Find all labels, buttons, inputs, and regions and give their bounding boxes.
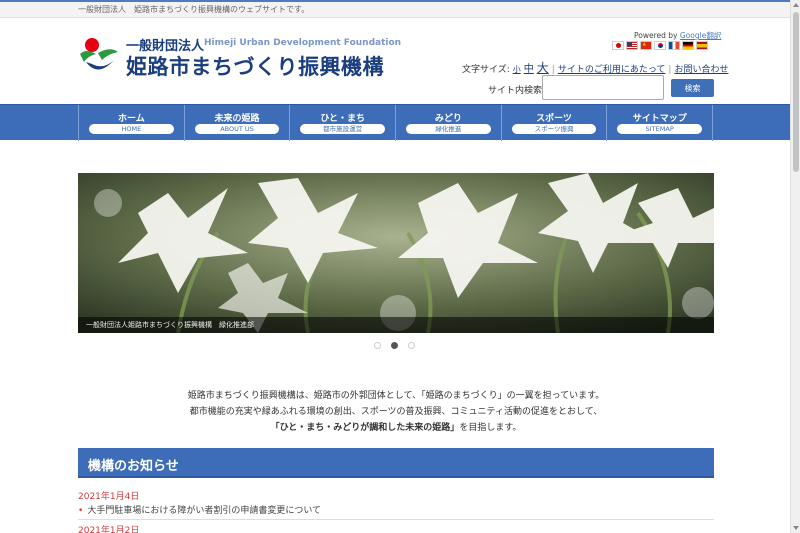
slider-dot-1[interactable] bbox=[374, 342, 381, 349]
logo-main-name[interactable]: 姫路市まちづくり振興機構 bbox=[126, 51, 384, 81]
scrollbar[interactable] bbox=[790, 0, 800, 533]
nav-item-about[interactable]: 未来の姫路 ABOUT US bbox=[183, 105, 290, 141]
font-size-label: 文字サイズ: bbox=[462, 65, 510, 75]
nav-sublabel: 緑化推進 bbox=[406, 124, 491, 134]
news-date: 2021年1月2日 bbox=[78, 526, 140, 533]
slider-pagination bbox=[374, 342, 415, 349]
google-translate-credit: Powered by Google翻訳 bbox=[634, 30, 721, 41]
font-size-small-button[interactable]: 小 bbox=[513, 64, 521, 75]
global-nav: ホーム HOME 未来の姫路 ABOUT US ひと・まち 都市施設運営 みどり… bbox=[0, 104, 790, 141]
news-date: 2021年1月4日 bbox=[78, 492, 140, 502]
scroll-up-icon[interactable] bbox=[793, 3, 799, 7]
nav-label: 未来の姫路 bbox=[214, 114, 260, 124]
slide-caption: 一般財団法人姫路市まちづくり振興機構 緑化推進部 bbox=[86, 321, 254, 329]
usa-flag-icon[interactable] bbox=[626, 41, 638, 50]
slider-dot-2[interactable] bbox=[391, 342, 398, 349]
language-flags: ★ bbox=[612, 41, 708, 50]
top-info-bar: 一般財団法人 姫路市まちづくり振興機構のウェブサイトです。 bbox=[0, 0, 790, 18]
powered-by-label: Powered by bbox=[634, 31, 678, 40]
scroll-down-icon[interactable] bbox=[793, 526, 799, 530]
intro-line-2: 都市機能の充実や緑あふれる環境の創出、スポーツの普及振興、コミュニティ活動の促進… bbox=[189, 407, 603, 417]
news-heading-bar: 機構のお知らせ bbox=[78, 448, 714, 478]
slide-caption-bar: 一般財団法人姫路市まちづくり振興機構 緑化推進部 bbox=[78, 317, 714, 333]
spain-flag-icon[interactable] bbox=[696, 41, 708, 50]
hero-slider[interactable]: 一般財団法人姫路市まちづくり振興機構 緑化推進部 bbox=[78, 173, 714, 333]
nav-item-city[interactable]: ひと・まち 都市施設運営 bbox=[289, 105, 395, 141]
nav-item-home[interactable]: ホーム HOME bbox=[78, 105, 184, 141]
foundation-logo-icon[interactable] bbox=[78, 36, 122, 76]
nav-label: ひと・まち bbox=[320, 114, 366, 124]
nav-sublabel: ABOUT US bbox=[194, 124, 280, 134]
intro-text: 姫路市まちづくり振興機構は、姫路市の外郭団体として、「姫路のまちづくり」の一翼を… bbox=[120, 388, 672, 436]
japan-flag-icon[interactable] bbox=[612, 41, 624, 50]
germany-flag-icon[interactable] bbox=[682, 41, 694, 50]
news-item[interactable]: 2021年1月2日 bbox=[78, 520, 714, 533]
news-item[interactable]: 2021年1月4日 大手門駐車場における障がい者割引の申請書変更について bbox=[78, 486, 714, 520]
news-title-link[interactable]: 大手門駐車場における障がい者割引の申請書変更について bbox=[78, 503, 321, 516]
intro-line-3: 「ひと・まち・みどりが調和した未来の姫路」を目指します。 bbox=[120, 420, 672, 436]
intro-slogan: 「ひと・まち・みどりが調和した未来の姫路」 bbox=[270, 423, 460, 433]
intro-line-3-rest: を目指します。 bbox=[459, 423, 522, 433]
logo-english-name: Himeji Urban Development Foundation bbox=[204, 38, 402, 48]
egret-orchid-photo bbox=[78, 173, 714, 333]
nav-label: みどり bbox=[434, 114, 462, 124]
google-translate-link[interactable]: Google翻訳 bbox=[680, 31, 721, 40]
nav-label: サイトマップ bbox=[632, 114, 687, 124]
nav-sublabel: SITEMAP bbox=[617, 124, 703, 134]
nav-label: スポーツ bbox=[536, 114, 572, 124]
site-description: 一般財団法人 姫路市まちづくり振興機構のウェブサイトです。 bbox=[78, 5, 310, 14]
search-button[interactable]: 検索 bbox=[671, 79, 714, 97]
nav-sublabel: 都市施設運営 bbox=[300, 124, 386, 134]
search-label: サイト内検索: bbox=[488, 86, 546, 96]
font-size-large-button[interactable]: 大 bbox=[537, 59, 549, 76]
font-size-controls: 文字サイズ: 小 中 大 | サイトのご利用にあたって | お問い合わせ bbox=[462, 59, 728, 76]
slider-dot-3[interactable] bbox=[408, 342, 415, 349]
nav-sublabel: HOME bbox=[89, 124, 174, 134]
separator: | bbox=[551, 65, 555, 75]
france-flag-icon[interactable] bbox=[668, 41, 680, 50]
nav-label: ホーム bbox=[117, 114, 145, 124]
font-size-medium-button[interactable]: 中 bbox=[524, 60, 534, 75]
site-search-input[interactable] bbox=[542, 75, 664, 100]
nav-sublabel: スポーツ振興 bbox=[511, 124, 597, 134]
news-list: 2021年1月4日 大手門駐車場における障がい者割引の申請書変更について 202… bbox=[78, 486, 714, 533]
nav-item-sports[interactable]: スポーツ スポーツ振興 bbox=[500, 105, 607, 141]
contact-link[interactable]: お問い合わせ bbox=[674, 62, 728, 75]
separator: | bbox=[668, 65, 672, 75]
korea-flag-icon[interactable] bbox=[654, 41, 666, 50]
scrollbar-thumb[interactable] bbox=[793, 12, 799, 172]
intro-line-1: 姫路市まちづくり振興機構は、姫路市の外郭団体として、「姫路のまちづくり」の一翼を… bbox=[187, 391, 605, 401]
site-usage-link[interactable]: サイトのご利用にあたって bbox=[558, 62, 666, 75]
nav-item-green[interactable]: みどり 緑化推進 bbox=[395, 105, 501, 141]
nav-item-sitemap[interactable]: サイトマップ SITEMAP bbox=[606, 105, 714, 141]
news-heading: 機構のお知らせ bbox=[88, 459, 179, 474]
china-flag-icon[interactable]: ★ bbox=[640, 41, 652, 50]
